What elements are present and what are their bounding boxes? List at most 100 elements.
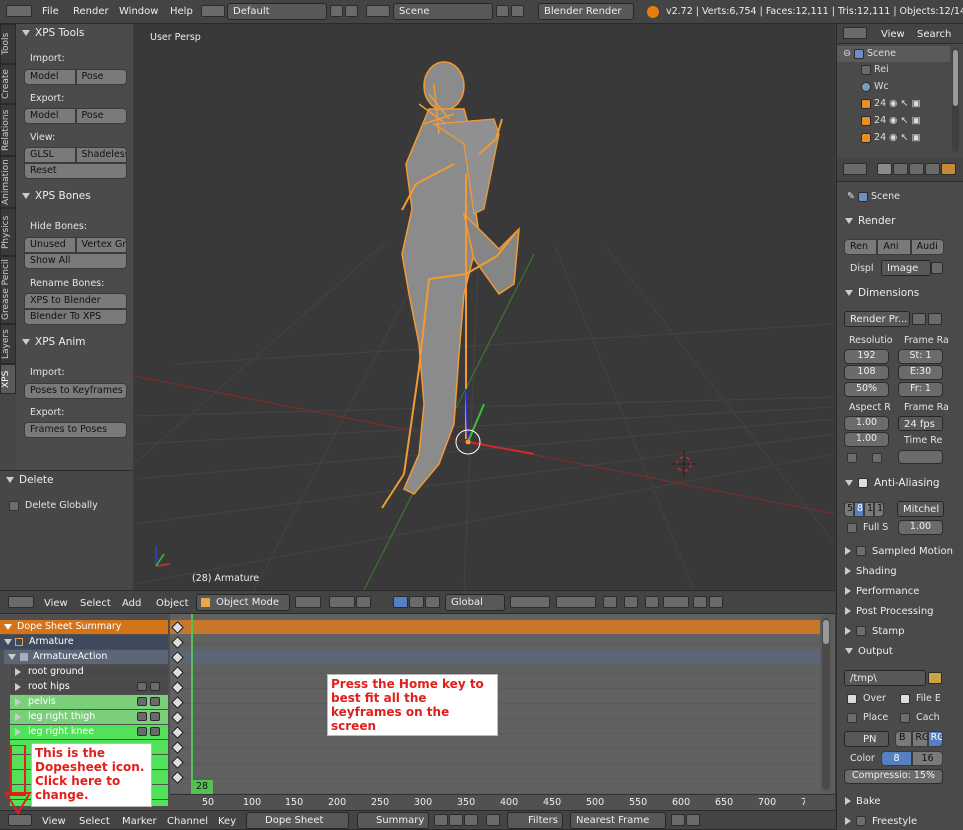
- outliner-scrollbar[interactable]: [952, 48, 959, 152]
- bake-panel-header[interactable]: Bake: [845, 796, 881, 807]
- scene-context-icon[interactable]: [909, 163, 924, 175]
- shadeless-button[interactable]: Shadeless: [75, 147, 127, 163]
- dopesheet-menu-key[interactable]: Key: [218, 816, 236, 827]
- view3d-menu-select[interactable]: Select: [80, 598, 111, 609]
- frames-to-poses-button[interactable]: Frames to Poses: [24, 422, 127, 438]
- translate-manipulator-icon[interactable]: [393, 596, 408, 608]
- anti-aliasing-panel-header[interactable]: Anti-Aliasing: [845, 477, 940, 489]
- hide-unused-button[interactable]: Unused: [24, 237, 76, 253]
- reset-button[interactable]: Reset: [24, 163, 127, 179]
- freestyle-panel-header[interactable]: Freestyle: [845, 816, 917, 827]
- scene-icon[interactable]: [366, 5, 390, 17]
- tab-xps[interactable]: XPS: [0, 364, 16, 394]
- file-format-select[interactable]: PN: [844, 731, 889, 747]
- crop-checkbox[interactable]: [847, 453, 857, 463]
- viewport-shading-icon[interactable]: [295, 596, 321, 608]
- snap-element-icon[interactable]: [663, 596, 689, 608]
- output-path-field[interactable]: /tmp\: [844, 670, 926, 686]
- dopesheet-scrollbar[interactable]: [822, 618, 830, 790]
- frame-end-field[interactable]: E:30: [898, 365, 943, 380]
- aspect-x-field[interactable]: 1.00: [844, 416, 889, 431]
- search-icon[interactable]: [486, 814, 500, 826]
- dimensions-panel-header[interactable]: Dimensions: [845, 287, 919, 299]
- import-model-button[interactable]: Model: [24, 69, 76, 85]
- tab-relations[interactable]: Relations: [0, 104, 16, 156]
- copy-keyframes-icon[interactable]: [671, 814, 685, 826]
- object-mode-select[interactable]: Object Mode: [196, 594, 290, 611]
- keyframe-diamond[interactable]: [171, 741, 184, 754]
- shading-panel-header[interactable]: Shading: [845, 566, 897, 577]
- keyframe-diamond[interactable]: [171, 681, 184, 694]
- display-select[interactable]: Image: [881, 260, 931, 276]
- channel-summary[interactable]: Dope Sheet Summary: [0, 620, 168, 634]
- anti-aliasing-checkbox[interactable]: [858, 478, 868, 488]
- overwrite-checkbox[interactable]: Over: [847, 693, 886, 704]
- manipulator-toggle-icon[interactable]: [356, 596, 371, 608]
- layers-grid-2-icon[interactable]: [556, 596, 596, 608]
- menu-file[interactable]: File: [42, 6, 59, 17]
- post-processing-panel-header[interactable]: Post Processing: [845, 606, 934, 617]
- color-depth-8-button[interactable]: 8: [881, 751, 912, 766]
- dopesheet-menu-marker[interactable]: Marker: [122, 816, 157, 827]
- rotate-manipulator-icon[interactable]: [409, 596, 424, 608]
- render-opengl-icon[interactable]: [693, 596, 707, 608]
- stamp-panel-header[interactable]: Stamp: [845, 626, 905, 637]
- keyframe-diamond[interactable]: [171, 651, 184, 664]
- mute-icon[interactable]: [137, 712, 147, 721]
- world-context-icon[interactable]: [925, 163, 940, 175]
- menu-help[interactable]: Help: [170, 6, 193, 17]
- selectable-arrow-icon[interactable]: ↖: [900, 132, 908, 143]
- lock-icon[interactable]: [150, 697, 160, 706]
- channel-action[interactable]: ArmatureAction: [4, 650, 168, 664]
- frame-rate-select[interactable]: 24 fps: [898, 416, 943, 431]
- remove-scene-icon[interactable]: [511, 5, 524, 17]
- tab-grease-pencil[interactable]: Grease Pencil: [0, 256, 16, 324]
- transform-orientation-select[interactable]: Global: [445, 594, 505, 611]
- color-rgba-button[interactable]: RG: [927, 731, 943, 747]
- pin-icon[interactable]: ✎: [847, 191, 855, 202]
- add-scene-icon[interactable]: [496, 5, 509, 17]
- color-depth-16-button[interactable]: 16: [912, 751, 943, 766]
- selectable-arrow-icon[interactable]: ↖: [900, 98, 908, 109]
- screen-layout-field[interactable]: Default: [227, 3, 327, 20]
- xps-to-blender-button[interactable]: XPS to Blender: [24, 293, 127, 309]
- menu-window[interactable]: Window: [119, 6, 158, 17]
- cache-result-checkbox[interactable]: Cach: [900, 712, 940, 723]
- outliner-object-row[interactable]: 24 ◉ ↖ ▣: [837, 96, 950, 112]
- export-pose-button[interactable]: Pose: [75, 108, 127, 124]
- glsl-button[interactable]: GLSL: [24, 147, 76, 163]
- outliner-menu-view[interactable]: View: [881, 29, 905, 40]
- outliner-editor-icon[interactable]: [843, 27, 867, 39]
- import-pose-button[interactable]: Pose: [75, 69, 127, 85]
- show-errors-icon[interactable]: [464, 814, 478, 826]
- lock-icon[interactable]: [150, 712, 160, 721]
- aa-samples-5[interactable]: 5: [844, 502, 854, 517]
- delete-header[interactable]: Delete: [6, 474, 54, 486]
- outliner-world-row[interactable]: Wc: [837, 79, 950, 95]
- panel-checkbox[interactable]: [856, 816, 866, 826]
- paste-keyframes-icon[interactable]: [686, 814, 700, 826]
- resolution-x-field[interactable]: 192: [844, 349, 889, 364]
- menu-render[interactable]: Render: [73, 6, 109, 17]
- renderable-camera-icon[interactable]: ▣: [911, 98, 920, 109]
- delete-globally-checkbox[interactable]: Delete Globally: [9, 500, 98, 511]
- xps-bones-header[interactable]: XPS Bones: [22, 190, 91, 202]
- outliner-object-row[interactable]: 24 ◉ ↖ ▣: [837, 113, 950, 129]
- render-audio-button[interactable]: Audi: [910, 239, 944, 255]
- keyframe-diamond[interactable]: [171, 771, 184, 784]
- lock-icon[interactable]: [150, 727, 160, 736]
- color-rgb-button[interactable]: RG: [912, 731, 928, 747]
- view3d-menu-add[interactable]: Add: [122, 598, 141, 609]
- hide-vertex-group-button[interactable]: Vertex Gr: [75, 237, 127, 253]
- summary-toggle[interactable]: Summary: [357, 812, 429, 829]
- tab-physics[interactable]: Physics: [0, 208, 16, 256]
- outliner-object-row[interactable]: 24 ◉ ↖ ▣: [837, 130, 950, 146]
- tab-create[interactable]: Create: [0, 64, 16, 104]
- editor-type-icon[interactable]: [6, 5, 32, 17]
- visibility-eye-icon[interactable]: ◉: [889, 132, 897, 143]
- aspect-y-field[interactable]: 1.00: [844, 432, 889, 447]
- aa-samples-11[interactable]: 11: [864, 502, 874, 517]
- time-remap-fields[interactable]: [898, 450, 943, 464]
- remove-preset-icon[interactable]: [928, 313, 942, 325]
- keyframe-diamond[interactable]: [171, 636, 184, 649]
